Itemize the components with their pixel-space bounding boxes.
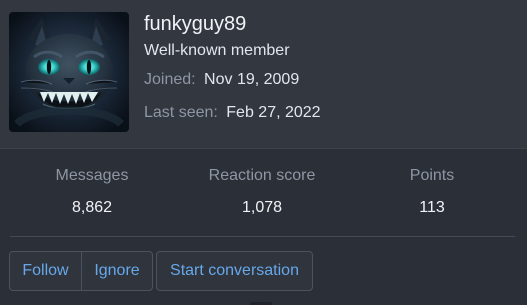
points-count: 113 [419, 199, 445, 216]
follow-button[interactable]: Follow [10, 252, 81, 290]
last-seen-row: Last seen: Feb 27, 2022 [144, 103, 321, 123]
start-conversation-button[interactable]: Start conversation [156, 251, 313, 291]
reaction-score-label: Reaction score [208, 167, 316, 184]
messages-stat[interactable]: Messages 8,862 [17, 166, 167, 218]
points-label: Points [409, 167, 455, 184]
last-seen-label: Last seen: [144, 104, 218, 121]
stats-divider [10, 236, 515, 237]
last-seen-date: Feb 27, 2022 [226, 104, 321, 121]
follow-ignore-button-group: Follow Ignore [9, 251, 153, 291]
username[interactable]: funkyguy89 [144, 12, 246, 36]
points-stat[interactable]: Points 113 [357, 166, 507, 218]
joined-date: Nov 19, 2009 [204, 71, 300, 88]
reaction-score-count: 1,078 [241, 199, 283, 216]
profile-header: funkyguy89 Well-known member Joined: Nov… [0, 0, 527, 148]
cheshire-cat-icon [9, 12, 129, 132]
ignore-button[interactable]: Ignore [82, 252, 152, 290]
avatar[interactable] [9, 12, 129, 132]
header-divider [0, 148, 527, 149]
member-profile-card: funkyguy89 Well-known member Joined: Nov… [0, 0, 527, 305]
joined-label: Joined: [144, 71, 196, 88]
reaction-score-stat[interactable]: Reaction score 1,078 [187, 166, 337, 218]
member-stats: Messages 8,862 Reaction score 1,078 Poin… [0, 166, 527, 226]
messages-count: 8,862 [71, 199, 113, 216]
joined-row: Joined: Nov 19, 2009 [144, 70, 299, 90]
messages-label: Messages [55, 167, 129, 184]
user-title: Well-known member [144, 42, 290, 59]
